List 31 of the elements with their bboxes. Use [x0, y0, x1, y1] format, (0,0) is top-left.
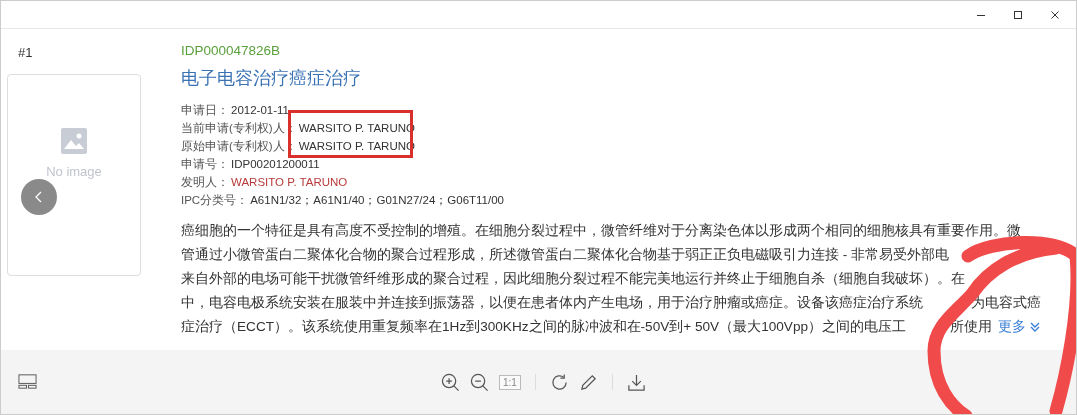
- double-chevron-icon: [1029, 321, 1041, 333]
- field-label: 申请日：: [181, 103, 229, 118]
- patent-title[interactable]: 电子电容治疗癌症治疗: [181, 66, 361, 90]
- abstract-text: 管通过小微管蛋白二聚体化合物的聚合过程形成，所述微管蛋白二聚体化合物基于弱正正负电磁吸引力连接 - 非常易受外部电: [181, 246, 950, 264]
- record-id: IDP000047826B: [181, 43, 281, 58]
- field-label: 申请号：: [181, 157, 229, 172]
- previous-button[interactable]: [21, 179, 57, 215]
- more-link[interactable]: 更多: [998, 315, 1041, 339]
- field-label: 当前申请(专利权)人：: [181, 121, 297, 136]
- image-icon: [61, 127, 87, 154]
- field-label: IPC分类号：: [181, 193, 249, 208]
- maximize-icon[interactable]: [1013, 9, 1023, 20]
- abstract-text: 症治疗（ECCT）。该系统使用重复频率在1Hz到300KHz之间的脉冲波和在-50V到+ 50V（最大100Vpp）之间的电压工: [181, 318, 907, 336]
- download-icon[interactable]: [626, 372, 646, 392]
- rotate-icon[interactable]: [549, 372, 569, 392]
- abstract-text: 中，电容电极系统安装在服装中并连接到振荡器，以便在患者体内产生电场，用于治疗肿瘤或癌症。设备该癌症治疗系统: [181, 294, 923, 312]
- zoom-in-icon[interactable]: [441, 372, 460, 392]
- field-value: A61N1/32；A61N1/40；G01N27/24；G06T11/00: [250, 193, 504, 208]
- field-label: 发明人：: [181, 175, 229, 190]
- layout-icon[interactable]: [18, 372, 37, 391]
- record-number: #1: [18, 45, 34, 60]
- close-icon[interactable]: [1050, 9, 1060, 20]
- field-label: 原始申请(专利权)人：: [181, 139, 297, 154]
- abstract-text: 来自外部的电场可能干扰微管纤维形成的聚合过程，因此细胞分裂过程不能完美地运行并终止于细胞自杀（细胞自我破坏）。在: [181, 270, 965, 288]
- field-value: 2012-01-11: [231, 103, 289, 118]
- inventor-link[interactable]: WARSITO P. TARUNO: [231, 173, 348, 191]
- no-image-label: No image: [46, 163, 102, 179]
- abstract-text: 癌细胞的一个特征是具有高度不受控制的增殖。在细胞分裂过程中，微管纤维对于分离染色体以形成两个相同的细胞核具有重要作用。微: [181, 222, 1021, 240]
- zoom-out-icon[interactable]: [470, 372, 489, 392]
- pencil-icon[interactable]: [578, 372, 598, 392]
- field-value: IDP00201200011: [231, 157, 320, 172]
